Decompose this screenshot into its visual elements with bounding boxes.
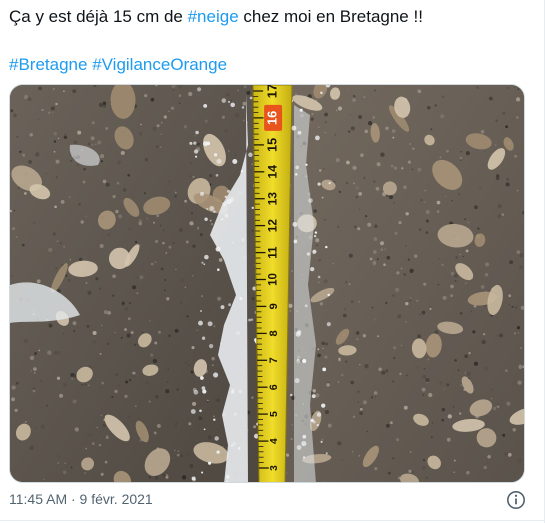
hashtag-neige-link[interactable]: #neige — [188, 7, 239, 26]
tweet-timestamp[interactable]: 11:45 AM · 9 févr. 2021 — [9, 491, 153, 507]
ruler-number: 11 — [267, 246, 280, 259]
ruler-number: 15 — [265, 138, 279, 152]
tweet-text-after: chez moi en Bretagne !! — [238, 7, 423, 26]
ruler-number: 6 — [268, 384, 280, 390]
ruler-number: 14 — [266, 165, 280, 179]
tweet-line-2: #Bretagne #VigilanceOrange — [9, 53, 529, 77]
ruler-number: 4 — [269, 438, 280, 444]
snow-ruler-photo: 3 4 5 6 7 8 9 10 11 12 13 14 15 16 17 — [10, 85, 524, 482]
ruler-number: 3 — [269, 465, 280, 471]
ruler-number: 10 — [268, 273, 280, 286]
ruler-number: 7 — [268, 357, 280, 363]
hashtag-vigilanceorange-link[interactable]: #VigilanceOrange — [92, 55, 227, 74]
ruler-number: 13 — [266, 192, 280, 206]
tweet-line-1: Ça y est déjà 15 cm de #neige chez moi e… — [9, 5, 529, 29]
info-button[interactable] — [505, 489, 527, 511]
ruler-number: 5 — [268, 411, 280, 417]
ruler-number: 9 — [268, 303, 280, 309]
measuring-tape: 3 4 5 6 7 8 9 10 11 12 13 14 15 16 17 — [252, 85, 293, 482]
divider — [0, 520, 545, 521]
ruler-number: 16 — [264, 111, 279, 125]
info-circle-icon — [507, 491, 525, 509]
ruler-number: 8 — [268, 330, 280, 336]
ruler-number: 12 — [266, 219, 280, 233]
tweet-photo[interactable]: 3 4 5 6 7 8 9 10 11 12 13 14 15 16 17 — [9, 84, 525, 483]
tweet-text: Ça y est déjà 15 cm de #neige chez moi e… — [9, 5, 529, 77]
ruler-number: 17 — [264, 85, 279, 98]
hashtag-bretagne-link[interactable]: #Bretagne — [9, 55, 87, 74]
ground-left — [10, 85, 260, 482]
tweet-card: Ça y est déjà 15 cm de #neige chez moi e… — [0, 0, 545, 523]
tweet-text-before: Ça y est déjà 15 cm de — [9, 7, 188, 26]
